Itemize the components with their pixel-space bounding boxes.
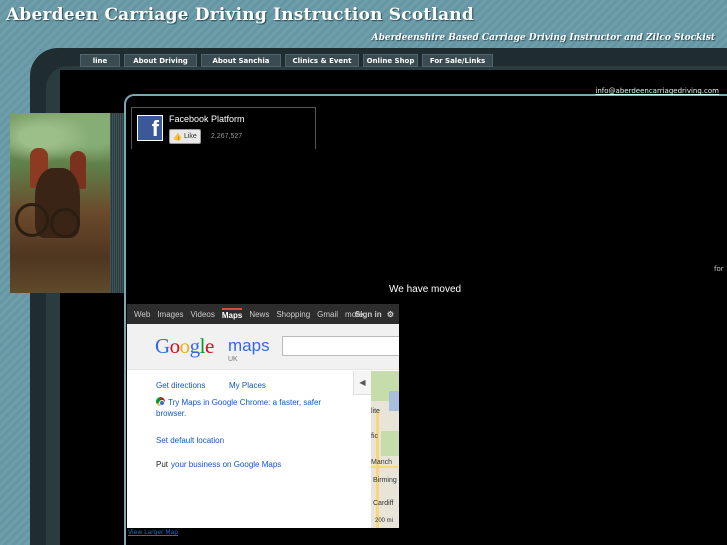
map-label: Cardiff — [373, 500, 394, 507]
map-label: Manch — [371, 459, 393, 466]
photo-wheel — [15, 203, 49, 237]
maps-wordmark: maps — [228, 336, 270, 355]
signin-label: Sign in — [354, 309, 382, 319]
like-count: 2,267,527 — [211, 133, 243, 140]
map-water — [389, 391, 399, 411]
decorative-stripe — [110, 113, 124, 293]
maps-region: UK — [228, 356, 238, 363]
gbar-shopping[interactable]: Shopping — [276, 310, 310, 319]
map-road — [371, 466, 399, 468]
map-label: fic — [371, 433, 378, 440]
nav-item-online-shop[interactable]: Online Shop — [363, 54, 418, 67]
nav-item-for-sale-links[interactable]: For Sale/Links — [422, 54, 493, 67]
facebook-title[interactable]: Facebook Platform — [169, 114, 245, 124]
for-text: for — [714, 265, 724, 273]
collapse-panel-button[interactable]: ◀ — [353, 371, 371, 395]
gbar-gmail[interactable]: Gmail — [317, 310, 338, 319]
set-default-location-link[interactable]: Set default location — [156, 436, 224, 445]
map-canvas[interactable]: lite fic Manch Birming Cardiff 200 mi — [371, 371, 399, 528]
gbar-videos[interactable]: Videos — [191, 310, 215, 319]
site-title: Aberdeen Carriage Driving Instruction Sc… — [6, 5, 474, 25]
google-bar: Web Images Videos Maps News Shopping Gma… — [127, 304, 399, 324]
facebook-widget: f Facebook Platform 👍 Like 2,267,527 — [131, 107, 316, 149]
maps-search-input[interactable] — [282, 336, 399, 356]
carriage-driving-photo — [10, 113, 110, 293]
google-logo[interactable]: Google — [155, 334, 214, 359]
get-directions-link[interactable]: Get directions — [156, 381, 205, 390]
view-larger-map-link[interactable]: View Larger Map — [128, 529, 178, 536]
map-label: Birming — [373, 477, 397, 484]
gbar-maps[interactable]: Maps — [221, 308, 243, 320]
chevron-left-icon: ◀ — [359, 378, 366, 387]
maps-side-panel: Get directions My Places Try Maps in Goo… — [127, 371, 371, 528]
maps-header: Google maps UK — [127, 324, 399, 370]
nav-item-line[interactable]: line — [80, 54, 120, 67]
chrome-promo-link-line2[interactable]: browser. — [156, 409, 186, 418]
nav-item-about-sanchia[interactable]: About Sanchia — [201, 54, 281, 67]
chrome-icon — [156, 397, 165, 406]
gbar-signin[interactable]: Sign in ⚙ — [355, 310, 394, 319]
put-text: Put — [156, 460, 169, 469]
nav-item-clinics-event[interactable]: Clinics & Event — [285, 54, 359, 67]
google-maps-embed: Web Images Videos Maps News Shopping Gma… — [127, 304, 399, 528]
gbar-web[interactable]: Web — [134, 310, 150, 319]
thumbs-up-icon: 👍 — [173, 133, 182, 141]
photo-trees — [10, 113, 110, 173]
moved-notice: We have moved — [389, 284, 462, 295]
gbar-images[interactable]: Images — [157, 310, 183, 319]
map-green-area — [381, 431, 399, 456]
chrome-promo-link[interactable]: Try Maps in Google Chrome: a faster, saf… — [168, 398, 321, 407]
my-places-link[interactable]: My Places — [229, 381, 266, 390]
map-scale: 200 mi — [375, 518, 394, 524]
nav-item-about-driving[interactable]: About Driving — [124, 54, 197, 67]
business-link[interactable]: your business on Google Maps — [171, 460, 281, 469]
map-label: lite — [371, 408, 380, 415]
main-nav: line About Driving About Sanchia Clinics… — [80, 54, 493, 67]
like-label: Like — [183, 133, 197, 140]
facebook-logo-icon: f — [137, 115, 163, 141]
photo-wheel — [50, 208, 80, 238]
facebook-like-button[interactable]: 👍 Like — [169, 129, 201, 144]
gear-icon[interactable]: ⚙ — [387, 310, 394, 319]
site-tagline: Aberdeenshire Based Carriage Driving Ins… — [371, 33, 715, 43]
email-link[interactable]: info@aberdeencarriagedriving.com — [595, 87, 719, 95]
map-road — [376, 411, 379, 528]
gbar-news[interactable]: News — [249, 310, 269, 319]
